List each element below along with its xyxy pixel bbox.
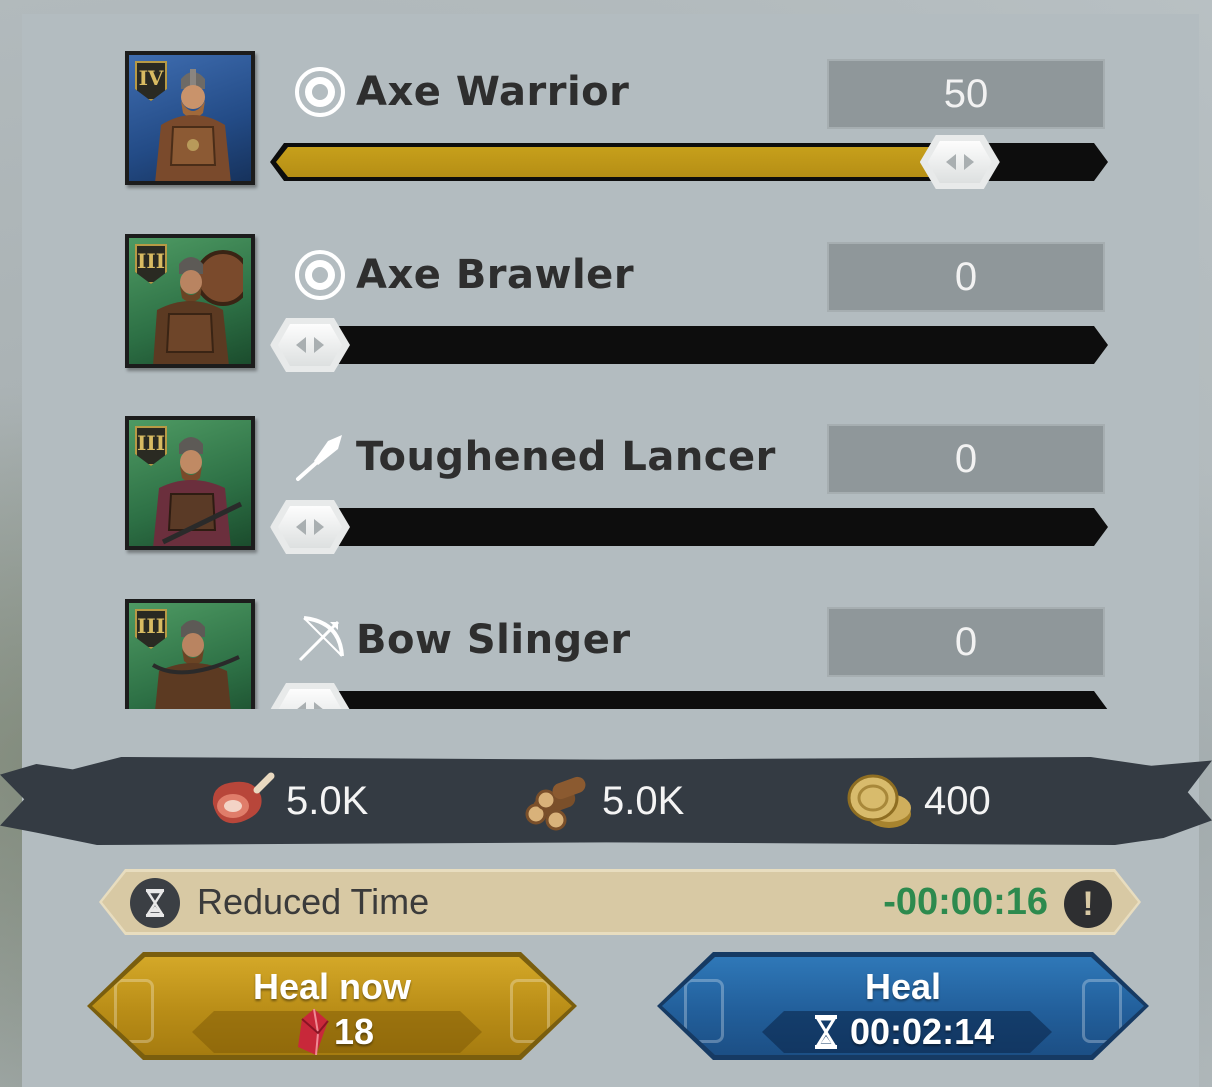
meat-icon — [212, 772, 275, 824]
hourglass-icon — [812, 1013, 840, 1051]
unit-name: Bow Slinger — [356, 617, 631, 663]
shield-icon — [295, 250, 345, 300]
gold-coins-icon — [847, 774, 911, 828]
quantity-input[interactable]: 0 — [827, 607, 1105, 677]
heal-now-label: Heal now — [252, 966, 412, 1007]
quantity-input[interactable]: 50 — [827, 59, 1105, 129]
unit-portrait: III — [125, 234, 255, 368]
chevron-left-icon — [296, 337, 306, 353]
unit-portrait: III — [125, 416, 255, 550]
chevron-right-icon — [314, 519, 324, 535]
chevron-left-icon — [296, 702, 306, 709]
heal-button[interactable]: Heal 00:02:14 — [657, 952, 1149, 1060]
info-icon[interactable]: ! — [1064, 880, 1112, 928]
chevron-left-icon — [296, 519, 306, 535]
slider-handle[interactable] — [270, 683, 350, 709]
quantity-slider-track[interactable] — [270, 508, 1108, 546]
quantity-input[interactable]: 0 — [827, 242, 1105, 312]
meat-value: 5.0K — [286, 779, 369, 823]
gold-value: 400 — [924, 779, 991, 823]
hourglass-badge — [130, 878, 180, 928]
ruby-gem-icon — [294, 1007, 330, 1057]
heal-now-cost: 18 — [334, 1011, 375, 1052]
quantity-input[interactable]: 0 — [827, 424, 1105, 494]
unit-portrait: IV — [125, 51, 255, 185]
reduced-time-value: -00:00:16 — [883, 881, 1048, 923]
unit-row: III Axe Brawler 0 — [22, 197, 1199, 357]
bow-icon — [298, 616, 344, 662]
slider-handle[interactable] — [270, 318, 350, 372]
slider-handle[interactable] — [920, 135, 1000, 189]
spear-icon — [296, 435, 342, 481]
chevron-right-icon — [964, 154, 974, 170]
unit-row: III Bow Slinger 0 — [22, 562, 1199, 709]
heal-time: 00:02:14 — [850, 1011, 995, 1052]
heal-now-button[interactable]: Heal now 18 — [87, 952, 577, 1060]
unit-name: Axe Warrior — [356, 69, 630, 115]
quantity-slider-track[interactable] — [270, 691, 1108, 709]
wood-value: 5.0K — [602, 779, 685, 823]
unit-row: III Toughened Lancer 0 — [22, 379, 1199, 539]
unit-name: Toughened Lancer — [356, 434, 776, 480]
unit-list[interactable]: IV Axe Warrior 50 III Axe Brawler 0 III … — [22, 14, 1199, 709]
chevron-right-icon — [314, 337, 324, 353]
wood-icon — [525, 776, 586, 831]
unit-row: IV Axe Warrior 50 — [22, 14, 1199, 174]
chevron-right-icon — [314, 702, 324, 709]
heal-label: Heal — [864, 966, 942, 1007]
chevron-left-icon — [946, 154, 956, 170]
shield-icon — [295, 67, 345, 117]
slider-fill — [270, 143, 960, 181]
unit-name: Axe Brawler — [356, 252, 635, 298]
quantity-slider-track[interactable] — [270, 326, 1108, 364]
slider-handle[interactable] — [270, 500, 350, 554]
unit-portrait: III — [125, 599, 255, 709]
hourglass-icon — [145, 889, 165, 917]
reduced-time-label: Reduced Time — [197, 881, 430, 922]
